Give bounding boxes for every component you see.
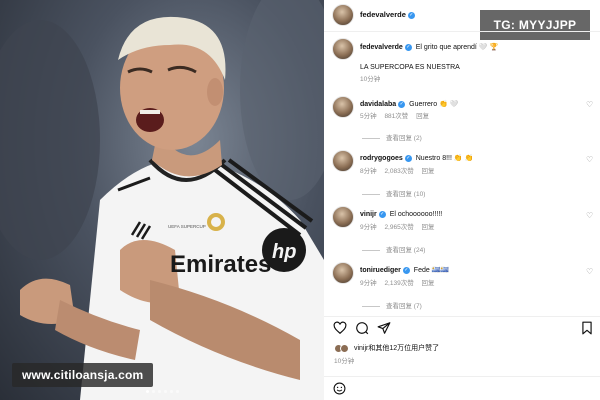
view-replies-button[interactable]: 查看回复 (2) — [362, 132, 422, 142]
comment-time: 9分钟 — [360, 224, 377, 231]
comment-reply-button[interactable]: 回复 — [422, 168, 435, 175]
comment-username[interactable]: davidalaba — [360, 101, 396, 108]
actions-divider — [324, 316, 600, 317]
comment-meta: 9分钟 2,965次赞 回复 — [360, 224, 441, 232]
svg-text:hp: hp — [272, 241, 296, 263]
comment-reply-button[interactable]: 回复 — [422, 224, 435, 231]
comment-like-heart-icon[interactable]: ♡ — [586, 212, 594, 220]
comment-time: 5分钟 — [360, 113, 377, 120]
comment-avatar[interactable] — [332, 206, 354, 228]
comment-like-heart-icon[interactable]: ♡ — [586, 268, 594, 276]
likes-text: vinijr和其他12万位用户赞了 — [353, 345, 440, 353]
comment-line: toniruediger ✓ Fede 🇺🇾🇺🇾 — [360, 266, 449, 275]
comment-reply-button[interactable]: 回复 — [416, 113, 429, 120]
header-avatar[interactable] — [332, 4, 354, 26]
post-header: fedevalverde ✓ — [360, 10, 417, 19]
heart-icon[interactable] — [333, 321, 347, 335]
verified-icon: ✓ — [404, 154, 412, 162]
comment-text: Guerrero 👏 🤍 — [409, 101, 459, 108]
likes-summary[interactable]: vinijr和其他12万位用户赞了 — [334, 344, 439, 354]
comment-text: El ochoooooo!!!!! — [389, 211, 443, 218]
comment-reply-button[interactable]: 回复 — [422, 280, 435, 287]
comments-panel — [324, 0, 600, 400]
real-madrid-crest-icon — [207, 213, 225, 231]
comment-likes[interactable]: 2,965次赞 — [384, 224, 413, 231]
comment-likes[interactable]: 2,139次赞 — [384, 280, 413, 287]
verified-icon: ✓ — [378, 210, 386, 218]
comment-time: 9分钟 — [360, 280, 377, 287]
header-username[interactable]: fedevalverde — [360, 10, 406, 19]
header-divider — [324, 31, 600, 32]
view-replies-button[interactable]: 查看回复 (7) — [362, 300, 422, 310]
comment-line: davidalaba ✓ Guerrero 👏 🤍 — [360, 100, 458, 109]
player-illustration: Emirates hp UEFA SUPERCUP — [0, 0, 324, 400]
verified-icon: ✓ — [407, 11, 415, 19]
post-photo[interactable]: Emirates hp UEFA SUPERCUP — [0, 0, 324, 400]
caption-line-2: LA SUPERCOPA ES NUESTRA — [360, 64, 460, 71]
emoji-icon[interactable] — [333, 382, 346, 395]
comment-icon[interactable] — [355, 321, 369, 335]
comment-likes[interactable]: 881次赞 — [384, 113, 408, 120]
comment-like-heart-icon[interactable]: ♡ — [586, 156, 594, 164]
verified-icon: ✓ — [404, 43, 412, 51]
caption-username[interactable]: fedevalverde — [360, 44, 403, 51]
tag-overlay-badge: TG: MYYJJPP — [480, 10, 590, 40]
supercup-badge-text: UEFA SUPERCUP — [168, 224, 206, 229]
comment-likes[interactable]: 2,083次赞 — [384, 168, 413, 175]
comment-line: rodrygogoes ✓ Nuestro 8!!! 👏 👏 — [360, 154, 473, 163]
comment-username[interactable]: vinijr — [360, 211, 377, 218]
comment-time: 8分钟 — [360, 168, 377, 175]
comment-meta: 9分钟 2,139次赞 回复 — [360, 280, 441, 288]
hp-logo-icon: hp — [262, 228, 306, 272]
carousel-dots — [146, 390, 179, 393]
caption-avatar[interactable] — [332, 38, 354, 60]
bookmark-icon[interactable] — [580, 321, 594, 335]
view-replies-button[interactable]: 查看回复 (10) — [362, 188, 425, 198]
comment-avatar[interactable] — [332, 262, 354, 284]
comment-username[interactable]: rodrygogoes — [360, 155, 403, 162]
comment-line: vinijr ✓ El ochoooooo!!!!! — [360, 210, 442, 219]
share-icon[interactable] — [377, 321, 391, 335]
comment-avatar[interactable] — [332, 150, 354, 172]
comment-avatar[interactable] — [332, 96, 354, 118]
comment-text: Nuestro 8!!! 👏 👏 — [415, 155, 474, 162]
verified-icon: ✓ — [402, 266, 410, 274]
comment-username[interactable]: toniruediger — [360, 267, 401, 274]
comment-like-heart-icon[interactable]: ♡ — [586, 101, 594, 109]
jersey-sponsor-text: Emirates — [170, 251, 271, 278]
comment-input-bar[interactable] — [324, 376, 600, 400]
caption-line: fedevalverde ✓ El grito que aprendí 🤍 🏆 — [360, 43, 498, 52]
verified-icon: ✓ — [398, 100, 406, 108]
caption-text: El grito que aprendí 🤍 🏆 — [415, 44, 499, 51]
post-time: 10分钟 — [334, 358, 355, 365]
site-watermark: www.citiloansja.com — [12, 363, 154, 387]
comment-text: Fede 🇺🇾🇺🇾 — [413, 267, 450, 274]
view-replies-button[interactable]: 查看回复 (24) — [362, 244, 425, 254]
liker-avatar — [340, 344, 349, 353]
comment-meta: 8分钟 2,083次赞 回复 — [360, 168, 441, 176]
comment-meta: 5分钟 881次赞 回复 — [360, 113, 435, 121]
caption-time: 10分钟 — [360, 76, 381, 83]
